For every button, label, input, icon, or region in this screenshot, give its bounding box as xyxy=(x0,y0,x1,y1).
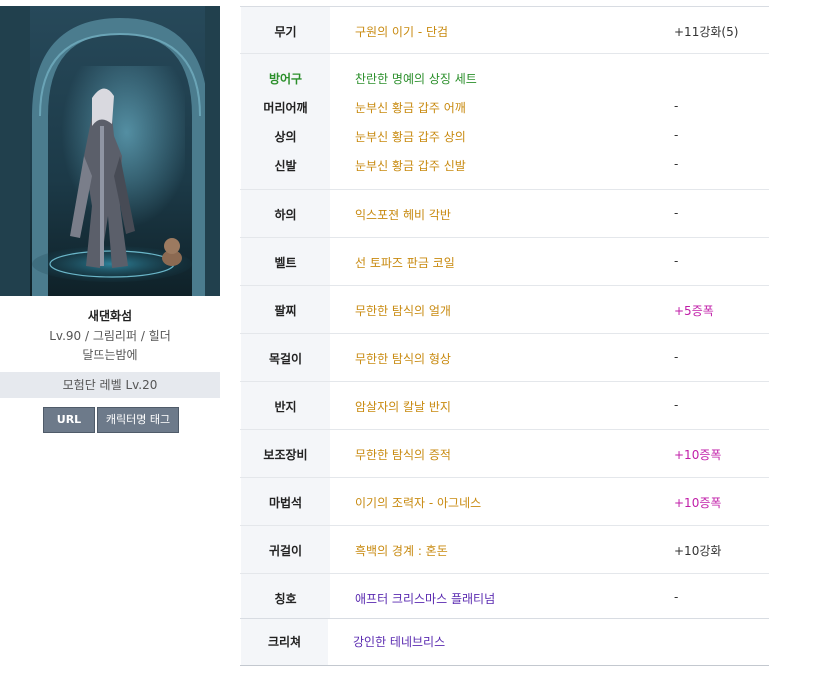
shoulder-item[interactable]: 눈부신 황금 갑주 어깨 xyxy=(355,99,466,116)
bottom-item[interactable]: 익스포젼 헤비 각반 xyxy=(355,206,451,223)
earring-reinforce: +10강화 xyxy=(674,544,722,558)
ring-label: 반지 xyxy=(274,400,297,414)
shoes-extra: - xyxy=(674,157,679,171)
necklace-label: 목걸이 xyxy=(268,352,303,366)
belt-extra: - xyxy=(674,254,679,268)
support-label: 보조장비 xyxy=(263,448,308,462)
row-divider xyxy=(240,477,769,478)
title-label: 칭호 xyxy=(274,592,297,606)
ring-item[interactable]: 암살자의 칼날 반지 xyxy=(355,398,451,415)
title-extra: - xyxy=(674,590,679,604)
magic-stone-amplify: +10증폭 xyxy=(674,496,722,510)
shoulder-extra: - xyxy=(674,99,679,113)
row-divider xyxy=(240,53,769,54)
belt-label: 벨트 xyxy=(274,256,297,270)
necklace-item[interactable]: 무한한 탐식의 형상 xyxy=(355,350,451,367)
support-amplify: +10증폭 xyxy=(674,448,722,462)
top-item[interactable]: 눈부신 황금 갑주 상의 xyxy=(355,128,466,145)
armor-set-name[interactable]: 찬란한 명예의 상징 세트 xyxy=(355,70,477,87)
equipment-table: 무기 구원의 이기 - 단검 +11강화(5) 방어구 찬란한 명예의 상징 세… xyxy=(240,6,769,619)
earring-label: 귀걸이 xyxy=(268,544,303,558)
row-divider xyxy=(240,573,769,574)
bracelet-item[interactable]: 무한한 탐식의 얼개 xyxy=(355,302,451,319)
row-divider xyxy=(240,189,769,190)
creature-label: 크리쳐 xyxy=(267,635,302,649)
character-portrait xyxy=(0,6,220,296)
weapon-reinforce: +11강화(5) xyxy=(674,25,739,39)
top-extra: - xyxy=(674,128,679,142)
magic-stone-label: 마법석 xyxy=(268,496,303,510)
earring-item[interactable]: 흑백의 경계 : 혼돈 xyxy=(355,542,448,559)
character-portrait-image xyxy=(0,6,220,296)
shoulder-label: 머리어깨 xyxy=(263,101,308,115)
character-info: Lv.90 / 그림리퍼 / 힐더 xyxy=(49,329,171,343)
row-divider xyxy=(240,381,769,382)
row-divider xyxy=(240,237,769,238)
top-label: 상의 xyxy=(274,130,297,144)
character-name: 새댄화섬 xyxy=(87,309,133,323)
creature-item[interactable]: 강인한 테네브리스 xyxy=(353,633,445,650)
row-divider xyxy=(240,429,769,430)
belt-item[interactable]: 선 토파즈 판금 코일 xyxy=(355,254,455,271)
necklace-extra: - xyxy=(674,350,679,364)
bracelet-amplify: +5증폭 xyxy=(674,304,714,318)
bottom-extra: - xyxy=(674,206,679,220)
weapon-label: 무기 xyxy=(274,25,297,39)
title-item[interactable]: 애프터 크리스마스 플래티넘 xyxy=(355,590,495,607)
row-divider xyxy=(240,525,769,526)
bracelet-label: 팔찌 xyxy=(274,304,297,318)
weapon-item[interactable]: 구원의 이기 - 단검 xyxy=(355,23,448,40)
shoes-item[interactable]: 눈부신 황금 갑주 신발 xyxy=(355,157,466,174)
url-button[interactable]: URL xyxy=(43,407,95,433)
shoes-label: 신발 xyxy=(274,159,297,173)
row-divider xyxy=(240,285,769,286)
row-divider xyxy=(240,333,769,334)
creature-table: 크리쳐 강인한 테네브리스 xyxy=(240,618,769,666)
magic-stone-item[interactable]: 이기의 조력자 - 아그네스 xyxy=(355,494,481,511)
adventure-level: 모험단 레벨 Lv.20 xyxy=(0,372,220,398)
character-guild: 달뜨는밤에 xyxy=(82,348,138,362)
support-item[interactable]: 무한한 탐식의 증적 xyxy=(355,446,451,463)
bottom-label: 하의 xyxy=(274,208,297,222)
armor-label: 방어구 xyxy=(268,72,303,86)
ring-extra: - xyxy=(674,398,679,412)
character-tag-button[interactable]: 캐릭터명 태그 xyxy=(97,407,179,433)
